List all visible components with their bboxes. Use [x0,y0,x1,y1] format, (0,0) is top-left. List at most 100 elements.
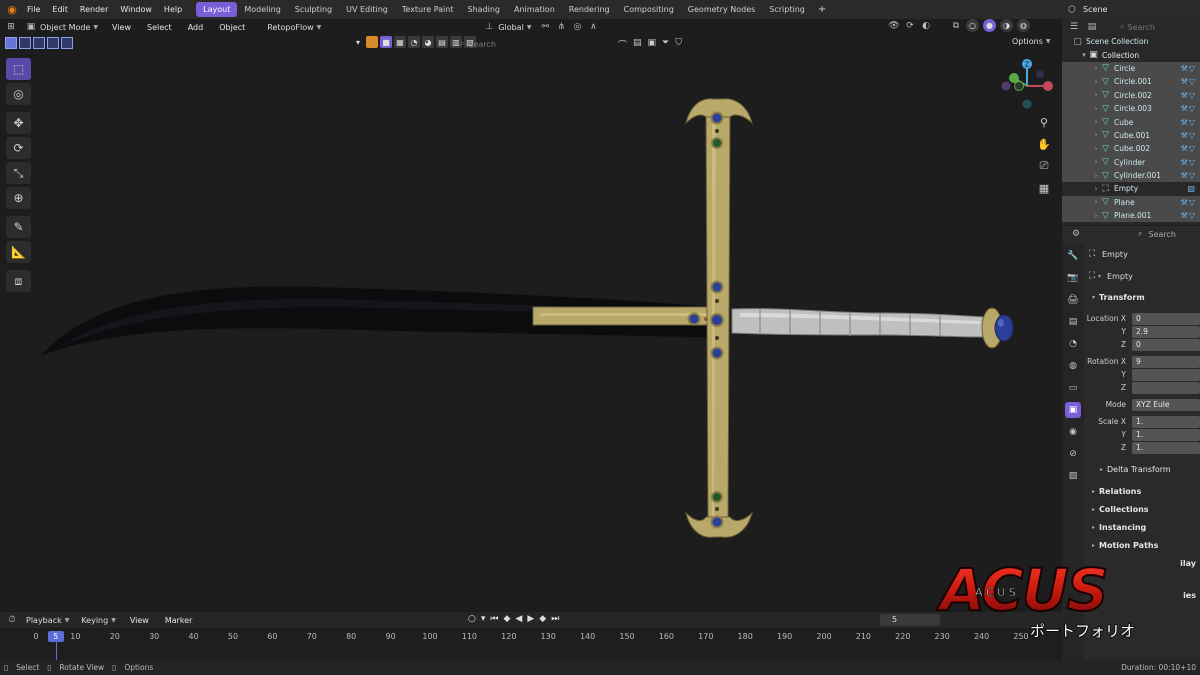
rotate-tool-icon[interactable]: ⟳ [6,137,31,159]
location-x-field[interactable]: Location X 0 [1086,312,1200,325]
chevron-right-icon[interactable]: › [1092,78,1100,86]
data-icon[interactable]: ▨ [1065,468,1081,484]
material-shading-button[interactable]: ◑ [1000,19,1013,32]
select-extend-mode-icon[interactable] [19,37,31,49]
overlay-icon[interactable]: ◐ [920,20,932,32]
collection-row[interactable]: ▾ ▣ Collection [1062,48,1200,61]
chevron-right-icon[interactable]: › [1092,105,1100,113]
rotation-z-field[interactable]: Z [1086,381,1200,394]
outliner-item-plane-001[interactable]: › ▽ Plane.001 ⚒▽ [1062,209,1200,223]
prev-keyframe-icon[interactable]: ◆ [504,614,511,624]
outliner-item-cube[interactable]: › ▽ Cube ⚒▽ [1062,115,1200,129]
curve-filter-icon[interactable]: ◔ [408,36,420,48]
scale-x-field[interactable]: Scale X 1. [1086,415,1200,428]
blender-logo-icon[interactable]: ◉ [3,1,21,19]
tab-animation[interactable]: Animation [507,2,562,17]
modifier-icon[interactable]: ⚒▽ [1181,64,1196,73]
display-mode-icon[interactable]: ▤ [1086,21,1098,33]
cursor-tool-icon[interactable]: ◎ [6,83,31,105]
measure-tool-icon[interactable]: 📐 [6,241,31,263]
object-filter-icon[interactable]: ■ [380,36,392,48]
select-invert-mode-icon[interactable] [47,37,59,49]
play-reverse-icon[interactable]: ◀ [515,614,522,624]
next-keyframe-icon[interactable]: ◆ [539,614,546,624]
output-icon[interactable]: 🖨 [1065,292,1081,308]
view-layer-icon[interactable]: ▤ [1065,314,1081,330]
falloff-icon[interactable]: ∧ [587,21,599,33]
modifier-icon[interactable]: ⚒▽ [1181,77,1196,86]
chevron-right-icon[interactable]: › [1092,64,1100,72]
visibility-icon[interactable]: 👁 [888,20,900,32]
light-filter-icon[interactable]: ◕ [422,36,434,48]
timeline-marker-menu[interactable]: Marker [159,611,199,630]
outliner-item-empty[interactable]: › ⛶ Empty ▧ [1062,182,1200,195]
outliner-item-cylinder[interactable]: › ▽ Cylinder ⚒▽ [1062,155,1200,169]
empty-data-icon[interactable]: ▧ [1187,184,1196,193]
chevron-right-icon[interactable]: › [1092,131,1100,139]
jump-end-icon[interactable]: ⏭ [551,614,559,624]
tab-uv-editing[interactable]: UV Editing [339,2,395,17]
camera-view-icon[interactable]: ⎚ [1036,158,1052,174]
options-dropdown[interactable]: Options ▼ [1012,37,1051,46]
rotation-y-value[interactable] [1132,368,1200,381]
collections-panel-header[interactable]: ▸ Collections [1086,500,1200,518]
orientation-dropdown[interactable]: ⊥ Global ▼ [479,20,535,34]
editor-type-icon[interactable]: ☰ [1068,21,1080,33]
outliner-item-circle-002[interactable]: › ▽ Circle.002 ⚒▽ [1062,88,1200,102]
menu-render[interactable]: Render [74,0,114,19]
select-box-mode-icon[interactable] [5,37,17,49]
outliner-item-circle-001[interactable]: › ▽ Circle.001 ⚒▽ [1062,75,1200,89]
pan-hand-icon[interactable]: ✋ [1036,136,1052,152]
physics-icon[interactable]: ◉ [1065,424,1081,440]
playhead-frame-indicator[interactable]: 5 [47,631,64,642]
menu-help[interactable]: Help [158,0,188,19]
mesh-filter-icon[interactable]: ▦ [394,36,406,48]
playback-menu[interactable]: Playback ▼ [22,613,73,627]
timeline-view-menu[interactable]: View [124,611,155,630]
modifier-icon[interactable]: ⚒▽ [1181,158,1196,167]
snap-icon[interactable]: ⋔ [555,21,567,33]
tab-rendering[interactable]: Rendering [562,2,617,17]
collection-icon[interactable]: ▭ [1065,380,1081,396]
keying-menu[interactable]: Keying ▼ [77,613,120,627]
tab-compositing[interactable]: Compositing [617,2,681,17]
outliner-item-plane[interactable]: › ▽ Plane ⚒▽ [1062,195,1200,210]
rotation-y-field[interactable]: Y [1086,368,1200,381]
grid-perspective-icon[interactable]: ▦ [1036,180,1052,196]
modifier-icon[interactable]: ⚒▽ [1181,198,1196,207]
shield-icon[interactable]: ⛉ [675,38,682,51]
navigation-gizmo[interactable]: Z [998,56,1056,114]
rotation-x-field[interactable]: Rotation X 9 [1086,355,1200,368]
select-subtract-mode-icon[interactable] [33,37,45,49]
scene-collection-row[interactable]: ▢ Scene Collection [1062,35,1200,48]
annotate-tool-icon[interactable]: ✎ [6,216,31,238]
location-y-value[interactable]: 2.9 [1132,325,1200,338]
scale-z-field[interactable]: Z 1. [1086,441,1200,454]
gizmo-icon[interactable]: ⟳ [904,20,916,32]
chevron-right-icon[interactable]: › [1092,118,1100,126]
xray-icon[interactable]: ⧉ [950,20,962,32]
chevron-down-icon[interactable]: ▾ [481,614,486,624]
render-icon[interactable]: 📷 [1065,270,1081,286]
modifier-icon[interactable]: ⚒▽ [1181,131,1196,140]
pivot-icon[interactable]: ⚯ [539,21,551,33]
tab-geometry-nodes[interactable]: Geometry Nodes [681,2,762,17]
add-workspace-button[interactable]: + [812,4,832,15]
constraints-icon[interactable]: ⊘ [1065,446,1081,462]
chevron-right-icon[interactable]: › [1092,212,1100,220]
editor-type-icon[interactable]: ⚙ [1070,228,1082,240]
modifier-icon[interactable]: ⚒▽ [1181,118,1196,127]
modifier-icon[interactable]: ⚒▽ [1181,91,1196,100]
new-collection-icon[interactable]: ▣ [648,38,657,51]
wireframe-shading-button[interactable]: ○ [966,19,979,32]
move-tool-icon[interactable]: ✥ [6,112,31,134]
menu-edit[interactable]: Edit [46,0,74,19]
rotation-x-value[interactable]: 9 [1132,355,1200,368]
filter-icon[interactable]: ⏷ [662,38,669,51]
link-icon[interactable]: ⌒ [618,38,627,51]
record-icon[interactable]: ○ [468,614,476,624]
scale-x-value[interactable]: 1. [1132,415,1200,428]
outliner-item-cube-001[interactable]: › ▽ Cube.001 ⚒▽ [1062,128,1200,143]
object-properties-icon[interactable]: ▣ [1065,402,1081,418]
editor-type-icon[interactable]: ⊞ [5,21,17,33]
